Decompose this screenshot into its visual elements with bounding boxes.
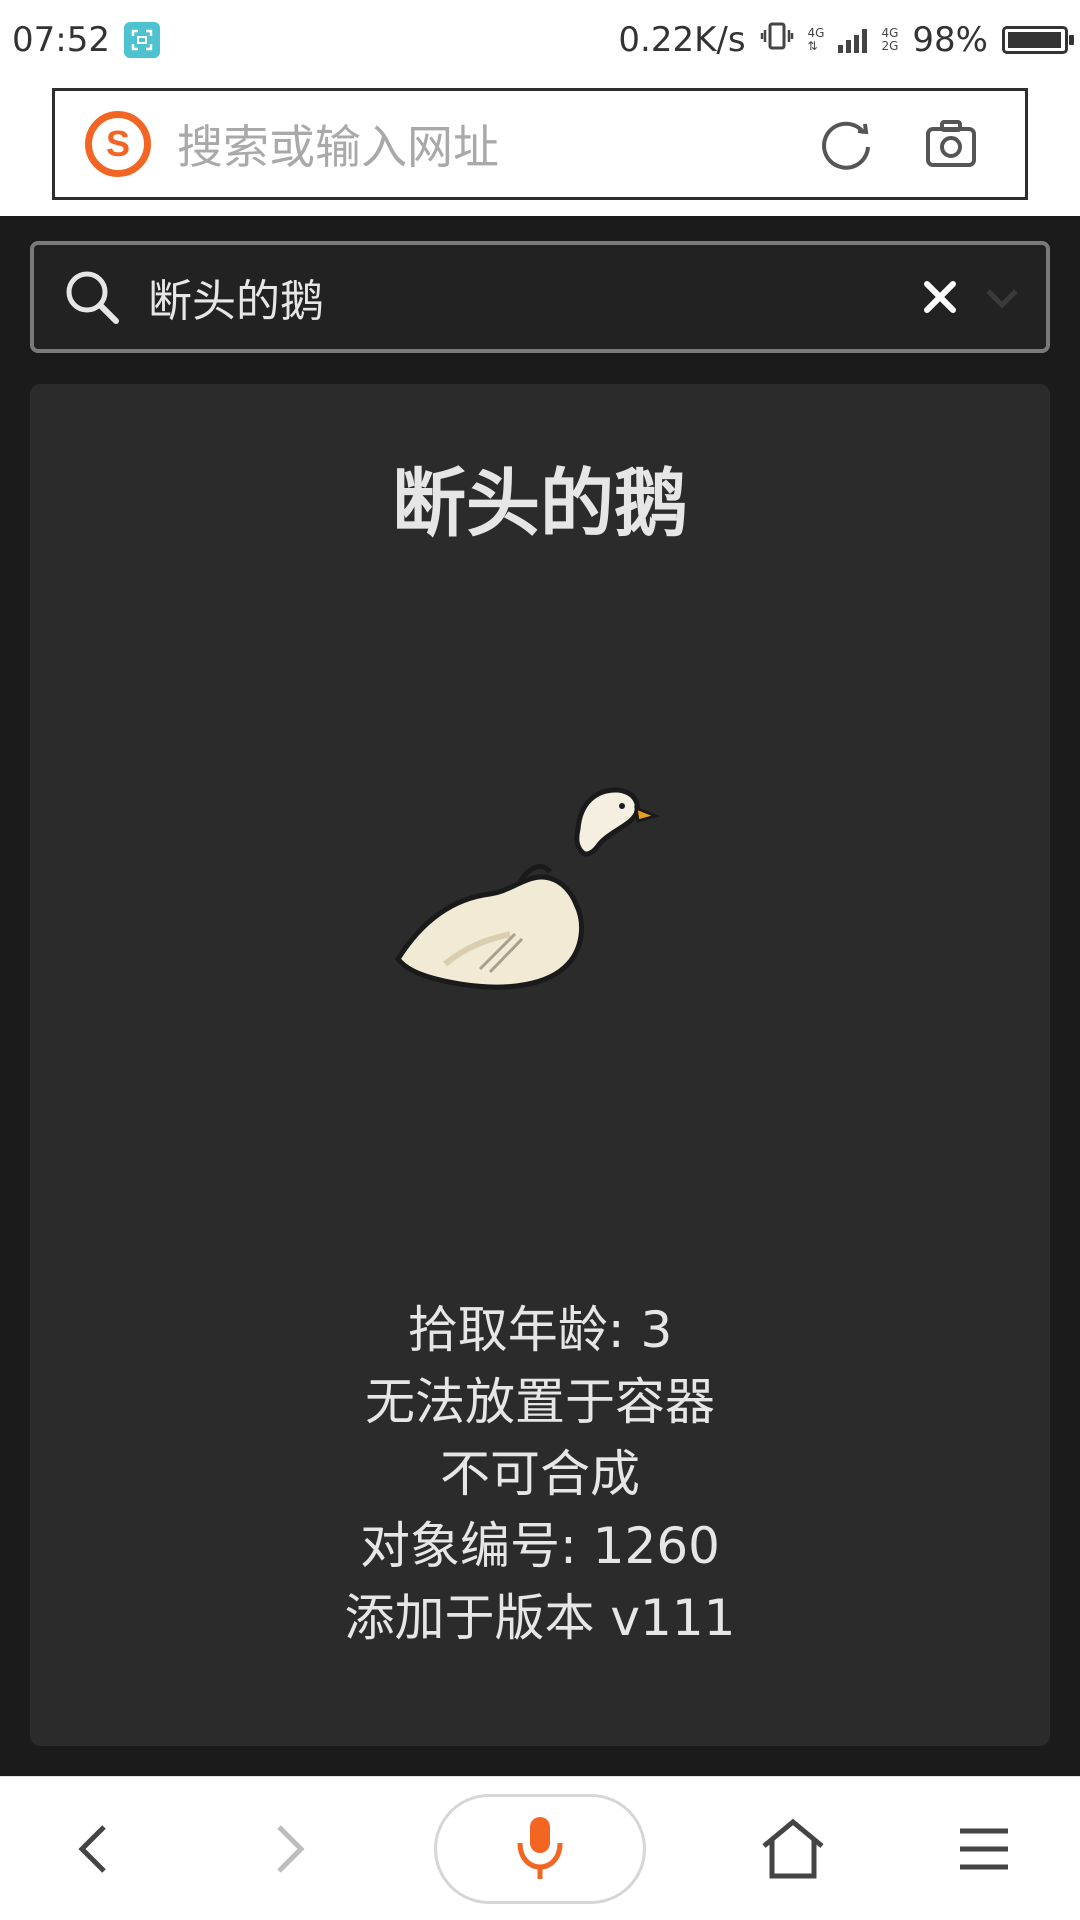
camera-icon[interactable] bbox=[921, 114, 981, 174]
sogou-logo-icon: S bbox=[85, 111, 151, 177]
voice-search-button[interactable] bbox=[433, 1794, 646, 1904]
refresh-icon[interactable] bbox=[817, 114, 877, 174]
status-right: 0.22K/s 4G ⇅ 4G 2G 98% bbox=[618, 19, 1074, 62]
menu-icon[interactable] bbox=[939, 1804, 1029, 1894]
status-left: 07:52 bbox=[12, 20, 160, 60]
item-properties: 拾取年龄: 3 无法放置于容器 不可合成 对象编号: 1260 添加于版本 v1… bbox=[30, 1294, 1050, 1654]
home-icon[interactable] bbox=[748, 1804, 838, 1894]
container-rule: 无法放置于容器 bbox=[365, 1373, 715, 1431]
craftable-status: 不可合成 bbox=[440, 1445, 640, 1503]
clear-icon[interactable] bbox=[920, 277, 960, 317]
item-card: 断头的鹅 拾取年龄: 3 无法放置于容器 不可合成 对象编号: 1260 添加于… bbox=[30, 384, 1050, 1746]
pickup-age: 拾取年龄: 3 bbox=[407, 1301, 673, 1359]
network-speed: 0.22K/s bbox=[618, 20, 746, 60]
network-type-1: 4G ⇅ bbox=[807, 26, 825, 53]
mic-icon bbox=[517, 1817, 563, 1879]
address-placeholder[interactable]: 搜索或输入网址 bbox=[177, 111, 817, 177]
search-input[interactable]: 断头的鹅 bbox=[148, 265, 920, 329]
status-bar: 07:52 0.22K/s 4G ⇅ 4G 2G 98% bbox=[0, 0, 1080, 80]
address-bar[interactable]: S 搜索或输入网址 bbox=[52, 88, 1028, 200]
data-arrows-icon: ⇅ bbox=[807, 39, 818, 53]
screenshot-icon bbox=[123, 22, 160, 58]
item-title: 断头的鹅 bbox=[392, 461, 688, 547]
back-icon[interactable] bbox=[51, 1804, 141, 1894]
browser-toolbar: S 搜索或输入网址 bbox=[0, 80, 1080, 216]
search-field[interactable]: 断头的鹅 bbox=[30, 241, 1050, 353]
search-icon bbox=[66, 271, 119, 324]
vibrate-icon bbox=[760, 19, 794, 62]
object-id: 对象编号: 1260 bbox=[360, 1517, 720, 1575]
battery-fill bbox=[1008, 32, 1061, 48]
decapitated-goose-image bbox=[394, 787, 661, 990]
clock: 07:52 bbox=[12, 20, 110, 60]
forward-icon[interactable] bbox=[242, 1804, 332, 1894]
network-type-2: 4G 2G bbox=[881, 26, 899, 53]
battery-percent: 98% bbox=[912, 20, 988, 60]
chevron-down-icon[interactable] bbox=[982, 277, 1022, 317]
bottom-nav bbox=[0, 1776, 1080, 1920]
signal-icon bbox=[838, 27, 868, 53]
battery-icon bbox=[1002, 26, 1074, 54]
version-added: 添加于版本 v111 bbox=[344, 1589, 736, 1647]
